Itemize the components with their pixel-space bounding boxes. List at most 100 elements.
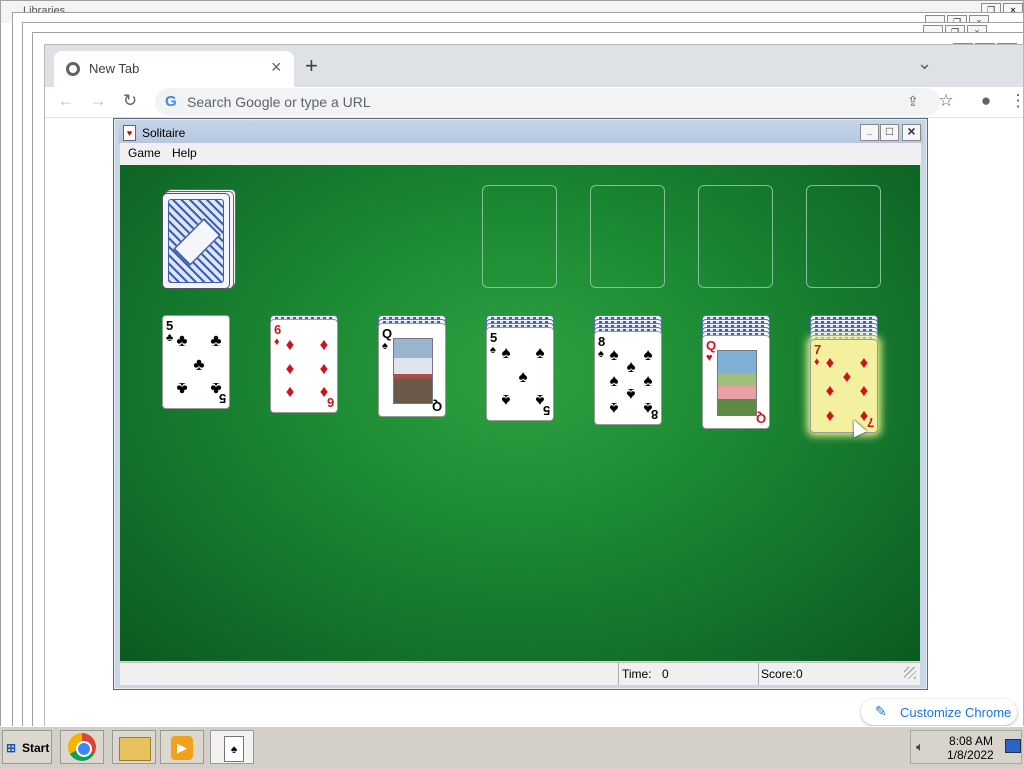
card-rank-top: Q (382, 326, 393, 341)
taskbar-chrome-button[interactable] (60, 730, 104, 764)
menu-help[interactable]: Help (172, 146, 197, 160)
chrome-icon-center (76, 741, 92, 757)
card-pip-icon: ♦ (319, 359, 329, 378)
forward-arrow-icon[interactable]: → (87, 91, 109, 113)
time-value: 0 (662, 667, 669, 681)
card-rank-bottom: Q (431, 399, 442, 414)
foundation-slot-2[interactable] (590, 185, 665, 288)
tab-title: New Tab (89, 61, 140, 76)
card-pip-icon: ♣ (210, 331, 222, 350)
share-icon[interactable]: ⇪ (907, 93, 919, 110)
reload-icon[interactable]: ↻ (119, 91, 141, 113)
card-pip-icon: ♣ (193, 355, 205, 374)
taskbar-explorer-button[interactable] (112, 730, 156, 764)
solitaire-minimize-button[interactable]: _ (860, 124, 879, 141)
omnibox-placeholder[interactable]: Search Google or type a URL (187, 94, 371, 110)
back-arrow-icon[interactable]: ← (55, 91, 77, 113)
status-divider-2 (758, 663, 759, 685)
game-felt[interactable]: 5 ♣ 5 ♣ ♣ ♣ ♣ ♣ 6 ♦ 6 ♦ ♦ ♦ ♦ ♦ ♦ Q ♠ Q 5 ♠ 5 ♠ ♠ ♠ ♠ ♠ 8 ♠ 8 ♠ ♠ ♠ ♠ ♠ ♠ ♠ ♠ Q… (120, 165, 920, 661)
score-value: 0 (796, 667, 803, 681)
score-label: Score: (761, 667, 796, 681)
foundation-slot-4[interactable] (806, 185, 881, 288)
new-tab-button[interactable]: + (305, 53, 318, 79)
profile-avatar-icon[interactable]: ● (975, 91, 997, 113)
tab-search-chevron-icon[interactable]: ⌄ (917, 53, 932, 74)
solitaire-app-icon: ♥ (123, 125, 136, 141)
toolbar: ← → ↻ G Search Google or type a URL ⇪ ☆ … (45, 87, 1024, 118)
taskbar: ⊞ Start ▶ ♠ 🔈︎ 8:08 AM 1/8/2022 (0, 726, 1024, 769)
customize-chrome-label: Customize Chrome (900, 705, 1012, 720)
card-pip-icon: ♠ (501, 391, 511, 410)
taskbar-solitaire-button[interactable]: ♠ (210, 730, 254, 764)
resize-grip-icon[interactable] (904, 667, 916, 679)
card-pip-icon: ♠ (609, 345, 619, 364)
tab-close-icon[interactable]: × (271, 57, 282, 78)
card-pip-icon: ♠ (518, 367, 528, 386)
card-suit-top-icon: ♦ (274, 336, 280, 348)
card-pip-icon: ♠ (643, 371, 653, 390)
card-pip-icon: ♦ (825, 407, 835, 426)
tableau-card-6[interactable]: Q ♥ Q (702, 335, 770, 429)
explorer-icon (119, 737, 151, 761)
card-rank-top: 6 (274, 322, 282, 337)
card-suit-top-icon: ♠ (598, 348, 604, 360)
omnibox[interactable]: G Search Google or type a URL ⇪ (155, 88, 940, 116)
start-label: Start (22, 741, 50, 755)
card-pip-icon: ♦ (859, 353, 869, 372)
card-pip-icon: ♦ (285, 335, 295, 354)
card-pip-icon: ♦ (285, 359, 295, 378)
chrome-favicon-icon (66, 62, 80, 76)
tableau-card-5[interactable]: 8 ♠ 8 ♠ ♠ ♠ ♠ ♠ ♠ ♠ ♠ (594, 331, 662, 425)
status-bar: Time: 0 Score: 0 (120, 662, 920, 685)
show-desktop-icon[interactable] (1005, 739, 1021, 753)
menu-game[interactable]: Game (128, 146, 161, 160)
foundation-slot-1[interactable] (482, 185, 557, 288)
menu-dots-icon[interactable]: ⋮ (1007, 91, 1024, 113)
start-button[interactable]: ⊞ Start (2, 730, 52, 764)
solitaire-maximize-button[interactable]: □ (880, 124, 899, 141)
tableau-card-4[interactable]: 5 ♠ 5 ♠ ♠ ♠ ♠ ♠ (486, 327, 554, 421)
media-player-icon: ▶ (171, 736, 193, 760)
card-suit-top-icon: ♦ (814, 356, 820, 368)
solitaire-titlebar[interactable]: ♥ Solitaire _ □ × (118, 122, 923, 143)
solitaire-close-button[interactable]: × (902, 124, 921, 141)
solitaire-window: ♥ Solitaire _ □ × Game Help 5 ♣ 5 ♣ ♣ ♣ ♣ ♣ 6 ♦ 6 ♦… (113, 118, 928, 690)
card-pip-icon: ♠ (535, 343, 545, 362)
card-pip-icon: ♦ (825, 381, 835, 400)
tab-new-tab[interactable]: New Tab × (54, 51, 294, 87)
taskbar-media-player-button[interactable]: ▶ (160, 730, 204, 764)
card-rank-top: 5 (166, 318, 174, 333)
status-divider-1 (618, 663, 619, 685)
card-rank-top: Q (706, 338, 717, 353)
volume-muted-icon[interactable]: 🔈︎ (916, 739, 924, 755)
card-pip-icon: ♠ (535, 391, 545, 410)
bookmark-star-icon[interactable]: ☆ (935, 91, 957, 113)
tableau-card-1[interactable]: 5 ♣ 5 ♣ ♣ ♣ ♣ ♣ (162, 315, 230, 409)
tableau-card-3[interactable]: Q ♠ Q (378, 323, 446, 417)
card-pip-icon: ♣ (210, 379, 222, 398)
card-pip-icon: ♠ (643, 399, 653, 418)
card-pip-icon: ♠ (626, 357, 636, 376)
stock-card-back[interactable] (162, 193, 230, 289)
face-card-art-roses (717, 350, 757, 416)
card-pip-icon: ♦ (842, 367, 852, 386)
card-pip-icon: ♠ (501, 343, 511, 362)
system-tray: 🔈︎ 8:08 AM 1/8/2022 (910, 730, 1022, 764)
card-pip-icon: ♦ (859, 381, 869, 400)
card-pip-icon: ♦ (319, 383, 329, 402)
card-pip-icon: ♦ (285, 383, 295, 402)
tableau-card-2[interactable]: 6 ♦ 6 ♦ ♦ ♦ ♦ ♦ ♦ (270, 319, 338, 413)
card-rank-bottom: Q (755, 411, 766, 426)
stock-pile[interactable] (162, 189, 236, 289)
card-suit-top-icon: ♠ (490, 344, 496, 356)
clock-time[interactable]: 8:08 AM (949, 734, 993, 748)
tableau-card-selected[interactable]: 7 ♦ 7 ♦ ♦ ♦ ♦ ♦ ♦ ♦ (810, 339, 878, 433)
customize-chrome-button[interactable]: ✎ Customize Chrome (861, 699, 1017, 725)
card-pip-icon: ♣ (176, 331, 188, 350)
solitaire-icon: ♠ (224, 736, 244, 762)
card-pip-icon: ♦ (825, 353, 835, 372)
foundation-slot-3[interactable] (698, 185, 773, 288)
card-suit-top-icon: ♠ (382, 340, 388, 352)
clock-date[interactable]: 1/8/2022 (947, 748, 994, 762)
solitaire-menubar: Game Help (120, 143, 921, 165)
